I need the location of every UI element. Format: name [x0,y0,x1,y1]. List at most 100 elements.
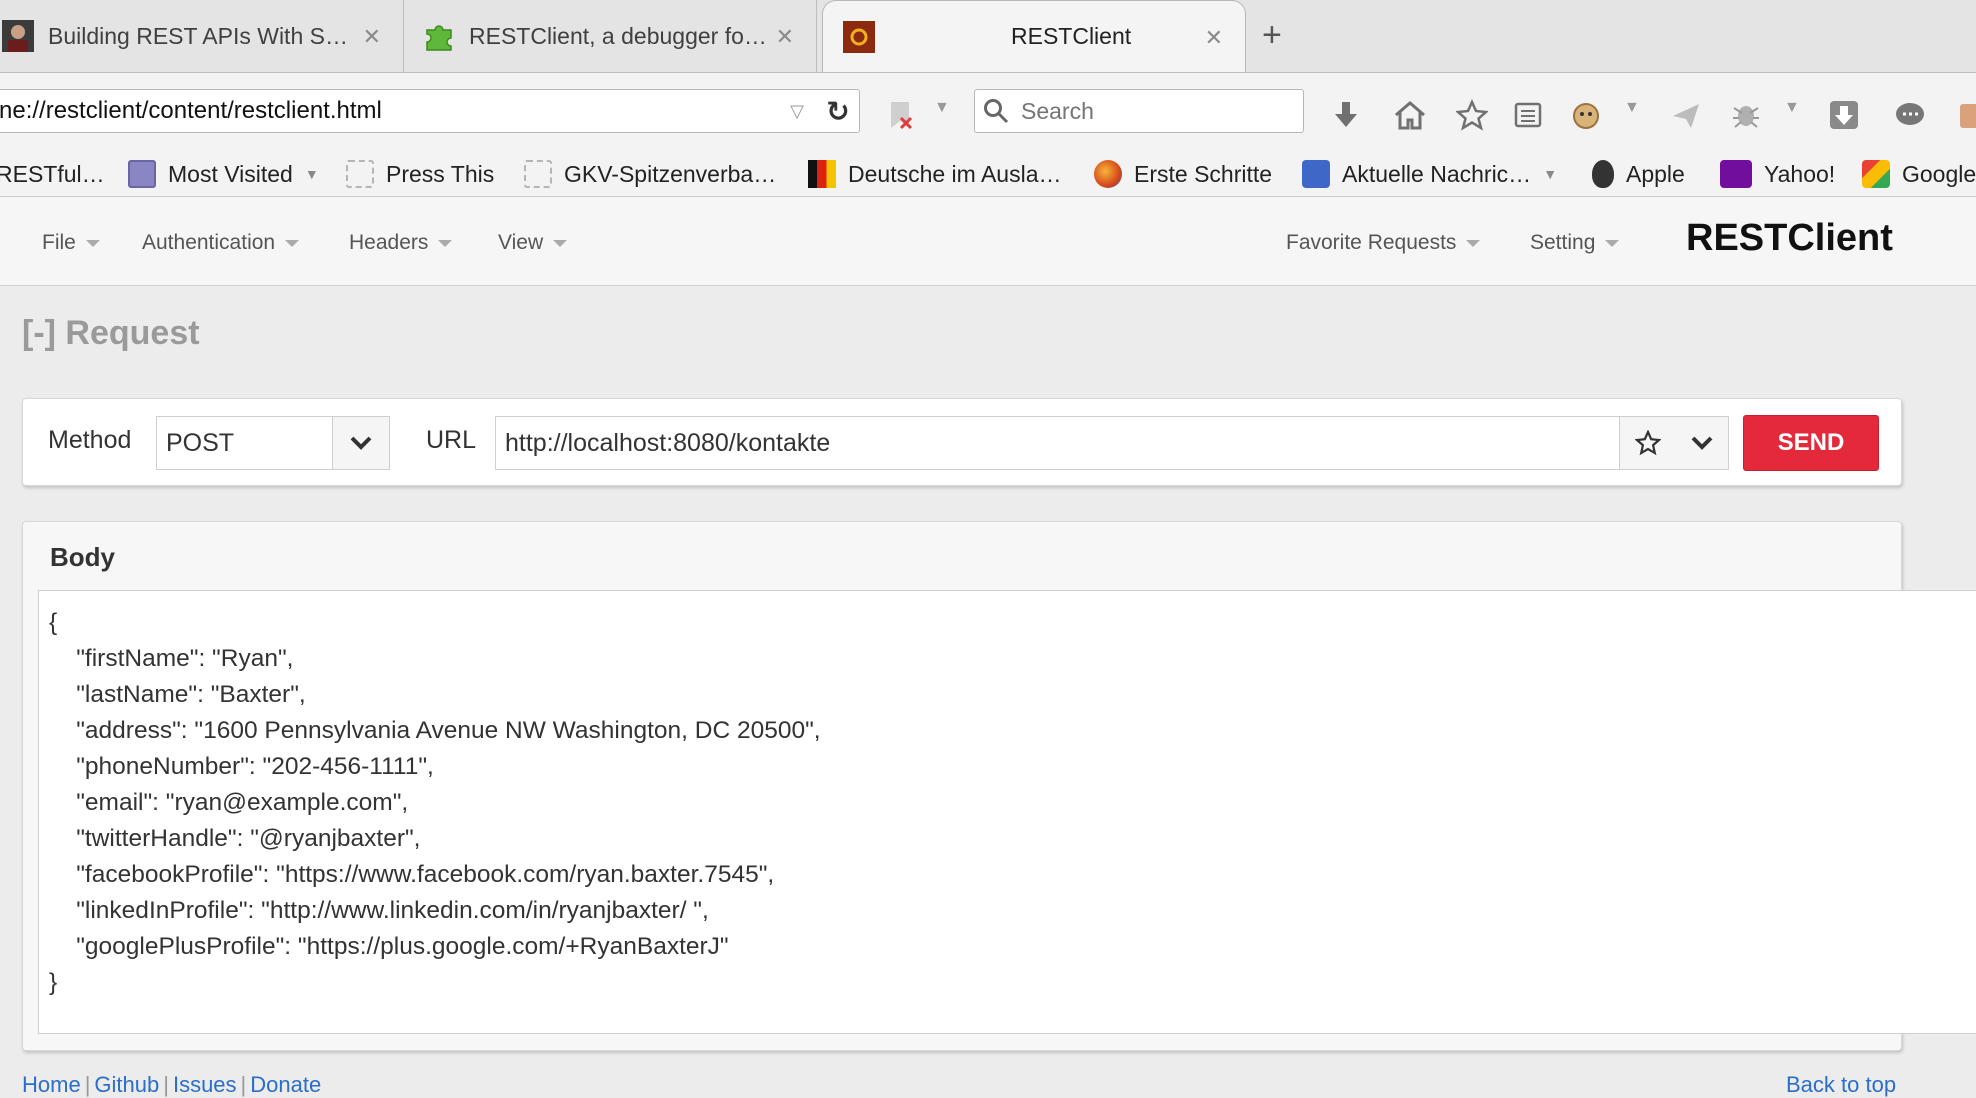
body-line: "linkedInProfile": "http://www.linkedin.… [49,897,709,924]
menu-label: View [498,231,544,254]
send-plane-icon[interactable] [1666,95,1706,135]
greasemonkey-icon[interactable] [1566,95,1606,135]
chevron-down-icon: ▼ [1543,166,1558,182]
downloads-icon[interactable] [1824,95,1864,135]
browser-tab-restclient-debugger[interactable]: RESTClient, a debugger for … ✕ [405,0,817,72]
menu-setting[interactable]: Setting [1530,231,1620,255]
body-textarea[interactable]: { "firstName": "Ryan", "lastName": "Baxt… [38,590,1976,1034]
bookmark-label: Erste Schritte [1134,160,1273,187]
browser-nav-bar: ne://restclient/content/restclient.html … [0,72,1976,153]
body-line: "twitterHandle": "@ryanjbaxter", [49,825,421,852]
url-input[interactable]: http://localhost:8080/kontakte [495,416,1729,470]
tab-title: RESTClient, a debugger for … [469,22,769,49]
bookmark-gkv[interactable]: GKV-Spitzenverba… [524,152,776,196]
bookmark-deutsche-im-ausland[interactable]: Deutsche im Ausla… [808,152,1061,196]
browser-tab-building-rest-apis[interactable]: Building REST APIs With Sp… ✕ [0,0,404,72]
tab-title: Building REST APIs With Sp… [48,22,348,49]
restclient-logo-icon [843,20,875,53]
firebug-icon[interactable] [1726,95,1766,135]
close-tab-icon[interactable]: ✕ [363,24,381,50]
menu-authentication[interactable]: Authentication [142,231,300,255]
chevron-down-icon[interactable] [1690,435,1714,451]
reload-icon[interactable]: ↻ [817,95,859,128]
bookmark-aktuelle-nachrichten[interactable]: Aktuelle Nachric… ▼ [1302,152,1557,196]
body-line: { [49,609,58,636]
download-arrow-icon[interactable] [1326,95,1366,135]
browser-tab-restclient-active[interactable]: RESTClient ✕ [822,0,1246,72]
firefox-icon [1094,160,1122,188]
footer-separator: | [163,1072,169,1097]
menu-headers[interactable]: Headers [349,231,453,255]
method-select[interactable]: POST [156,416,390,470]
url-addons [1619,417,1728,469]
address-bar[interactable]: ne://restclient/content/restclient.html … [0,89,860,133]
puzzle-icon [426,25,452,51]
body-line: "email": "ryan@example.com", [49,789,409,816]
browser-tab-strip: Building REST APIs With Sp… ✕ RESTClient… [0,0,1976,72]
chevron-down-icon: ▼ [304,166,319,182]
bookmark-erste-schritte[interactable]: Erste Schritte [1094,152,1272,196]
footer-link-donate[interactable]: Donate [250,1072,321,1097]
menu-label: Setting [1530,231,1596,254]
caret-down-icon [285,239,300,247]
person-avatar-icon [2,20,34,52]
chevron-down-icon[interactable] [332,417,389,469]
menu-view[interactable]: View [498,231,568,255]
search-icon [984,99,1009,124]
caret-down-icon [1466,239,1481,247]
body-line: "firstName": "Ryan", [49,645,294,672]
chat-bubble-icon[interactable] [1890,95,1930,135]
footer-separator: | [84,1072,91,1097]
method-label: Method [48,426,132,454]
close-tab-icon[interactable]: ✕ [1205,25,1223,51]
address-url[interactable]: ne://restclient/content/restclient.html [0,97,777,125]
close-tab-icon[interactable]: ✕ [776,24,794,50]
chevron-down-icon[interactable]: ▼ [1624,99,1640,117]
home-icon[interactable] [1390,95,1430,135]
request-section-toggle[interactable]: [-] Request [22,314,200,353]
bookmark-star-icon[interactable] [1452,95,1492,135]
apple-icon [1592,160,1614,188]
footer-link-home[interactable]: Home [22,1072,81,1097]
caret-down-icon [85,239,100,247]
url-value[interactable]: http://localhost:8080/kontakte [496,429,1619,458]
send-button[interactable]: SEND [1743,415,1879,471]
chevron-down-icon[interactable]: ▼ [934,99,950,117]
bookmark-label: Most Visited [168,160,293,187]
menu-label: Authentication [142,231,276,254]
google-icon [1862,160,1890,188]
footer-link-issues[interactable]: Issues [173,1072,237,1097]
chevron-down-icon[interactable]: ▼ [1784,99,1800,117]
bookmark-label: RESTful… [0,160,105,187]
reading-list-icon[interactable] [1508,95,1548,135]
bookmark-label: Yahoo! [1764,160,1836,187]
url-history-dropdown-icon[interactable]: ▽ [777,101,817,122]
search-input[interactable] [1019,96,1283,126]
bookmark-press-this[interactable]: Press This [346,152,494,196]
bookmark-remove-icon[interactable] [880,95,920,135]
menu-file[interactable]: File [42,231,100,255]
app-brand-logo[interactable]: RESTClient [1686,217,1893,260]
bookmark-label: GKV-Spitzenverba… [564,160,777,187]
bookmark-restful[interactable]: RESTful… [0,152,105,196]
extension-icon[interactable] [1952,95,1976,135]
footer-links: Home | Github | Issues | Donate [22,1072,321,1098]
new-tab-button[interactable]: + [1262,16,1282,55]
body-line: "googlePlusProfile": "https://plus.googl… [49,933,729,960]
body-line: "address": "1600 Pennsylvania Avenue NW … [49,717,821,744]
back-to-top-link[interactable]: Back to top [1786,1072,1896,1098]
star-folder-icon [128,160,156,188]
caret-down-icon [1605,239,1620,247]
bookmark-yahoo[interactable]: Yahoo! [1720,152,1835,196]
caret-down-icon [553,239,568,247]
search-bar[interactable] [974,89,1304,133]
favorite-star-icon[interactable] [1634,430,1661,456]
bookmark-most-visited[interactable]: Most Visited ▼ [128,152,319,196]
body-line: "lastName": "Baxter", [49,681,306,708]
bookmark-google[interactable]: Google [1862,152,1976,196]
footer-link-github[interactable]: Github [94,1072,159,1097]
method-value: POST [166,428,235,457]
menu-favorite-requests[interactable]: Favorite Requests [1286,231,1481,255]
bookmark-apple[interactable]: Apple [1592,152,1685,196]
request-panel: Method POST URL http://localhost:8080/ko… [22,398,1902,486]
